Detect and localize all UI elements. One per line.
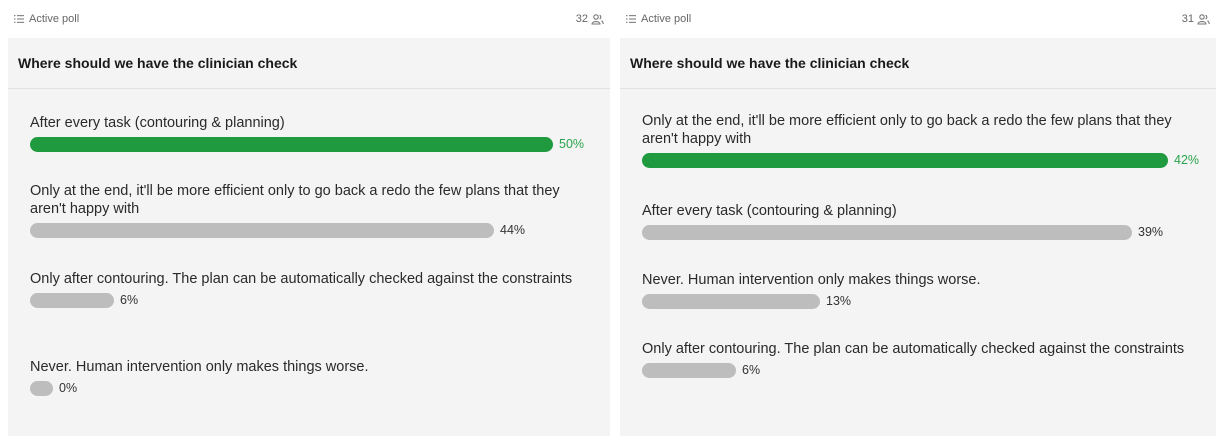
participant-count-value: 31 — [1181, 13, 1194, 25]
poll-card: Where should we have the clinician check… — [8, 38, 610, 436]
poll-option[interactable]: Only after contouring. The plan can be a… — [642, 340, 1198, 378]
option-result-bar — [642, 224, 1132, 240]
option-percent: 39% — [1138, 225, 1164, 239]
list-icon — [626, 15, 636, 23]
poll-option[interactable]: Only at the end, it'll be more efficient… — [30, 182, 592, 238]
people-icon — [1197, 13, 1210, 25]
people-icon — [591, 13, 604, 25]
option-text: Only after contouring. The plan can be a… — [642, 341, 1185, 357]
option-text: Only at the end, it'll be more efficient… — [642, 113, 1172, 147]
participant-count: 31 — [1182, 13, 1210, 25]
list-icon — [14, 15, 24, 23]
option-text: Never. Human intervention only makes thi… — [30, 359, 369, 375]
option-percent: 13% — [826, 294, 852, 308]
option-text: Never. Human intervention only makes thi… — [642, 272, 981, 288]
poll-panel-right: Active poll 31 Where should we have the … — [620, 0, 1216, 436]
option-text: Only after contouring. The plan can be a… — [30, 271, 573, 287]
poll-option[interactable]: Only after contouring. The plan can be a… — [30, 270, 592, 308]
option-result-bar — [30, 222, 494, 238]
option-percent: 6% — [120, 293, 139, 307]
option-percent: 44% — [500, 223, 526, 237]
poll-header: Active poll 32 — [8, 0, 610, 38]
option-percent: 6% — [742, 363, 761, 377]
poll-option[interactable]: Never. Human intervention only makes thi… — [30, 358, 592, 396]
option-result-bar — [642, 293, 820, 309]
option-percent: 42% — [1174, 153, 1200, 167]
poll-status-label: Active poll — [641, 13, 692, 25]
poll-question: Where should we have the clinician check — [8, 38, 610, 89]
poll-option[interactable]: After every task (contouring & planning)… — [30, 114, 592, 152]
option-text: After every task (contouring & planning) — [30, 115, 285, 131]
option-result-bar — [30, 136, 553, 152]
option-text: After every task (contouring & planning) — [642, 203, 897, 219]
option-text: Only at the end, it'll be more efficient… — [30, 183, 560, 217]
option-percent: 0% — [59, 381, 78, 395]
option-percent: 50% — [559, 137, 585, 151]
poll-card: Where should we have the clinician check… — [620, 38, 1216, 436]
option-result-bar — [642, 362, 736, 378]
option-result-bar — [30, 380, 53, 396]
participant-count-value: 32 — [575, 13, 588, 25]
poll-option[interactable]: After every task (contouring & planning)… — [642, 202, 1198, 240]
poll-header: Active poll 31 — [620, 0, 1216, 38]
poll-header-title: Active poll — [14, 13, 79, 25]
poll-panel-left: Active poll 32 Where should we have the … — [8, 0, 610, 436]
poll-question: Where should we have the clinician check — [620, 38, 1216, 89]
poll-header-title: Active poll — [626, 13, 691, 25]
poll-option[interactable]: Never. Human intervention only makes thi… — [642, 271, 1198, 309]
participant-count: 32 — [576, 13, 604, 25]
poll-option[interactable]: Only at the end, it'll be more efficient… — [642, 112, 1200, 168]
poll-status-label: Active poll — [29, 13, 80, 25]
option-result-bar — [30, 292, 114, 308]
option-result-bar — [642, 152, 1168, 168]
